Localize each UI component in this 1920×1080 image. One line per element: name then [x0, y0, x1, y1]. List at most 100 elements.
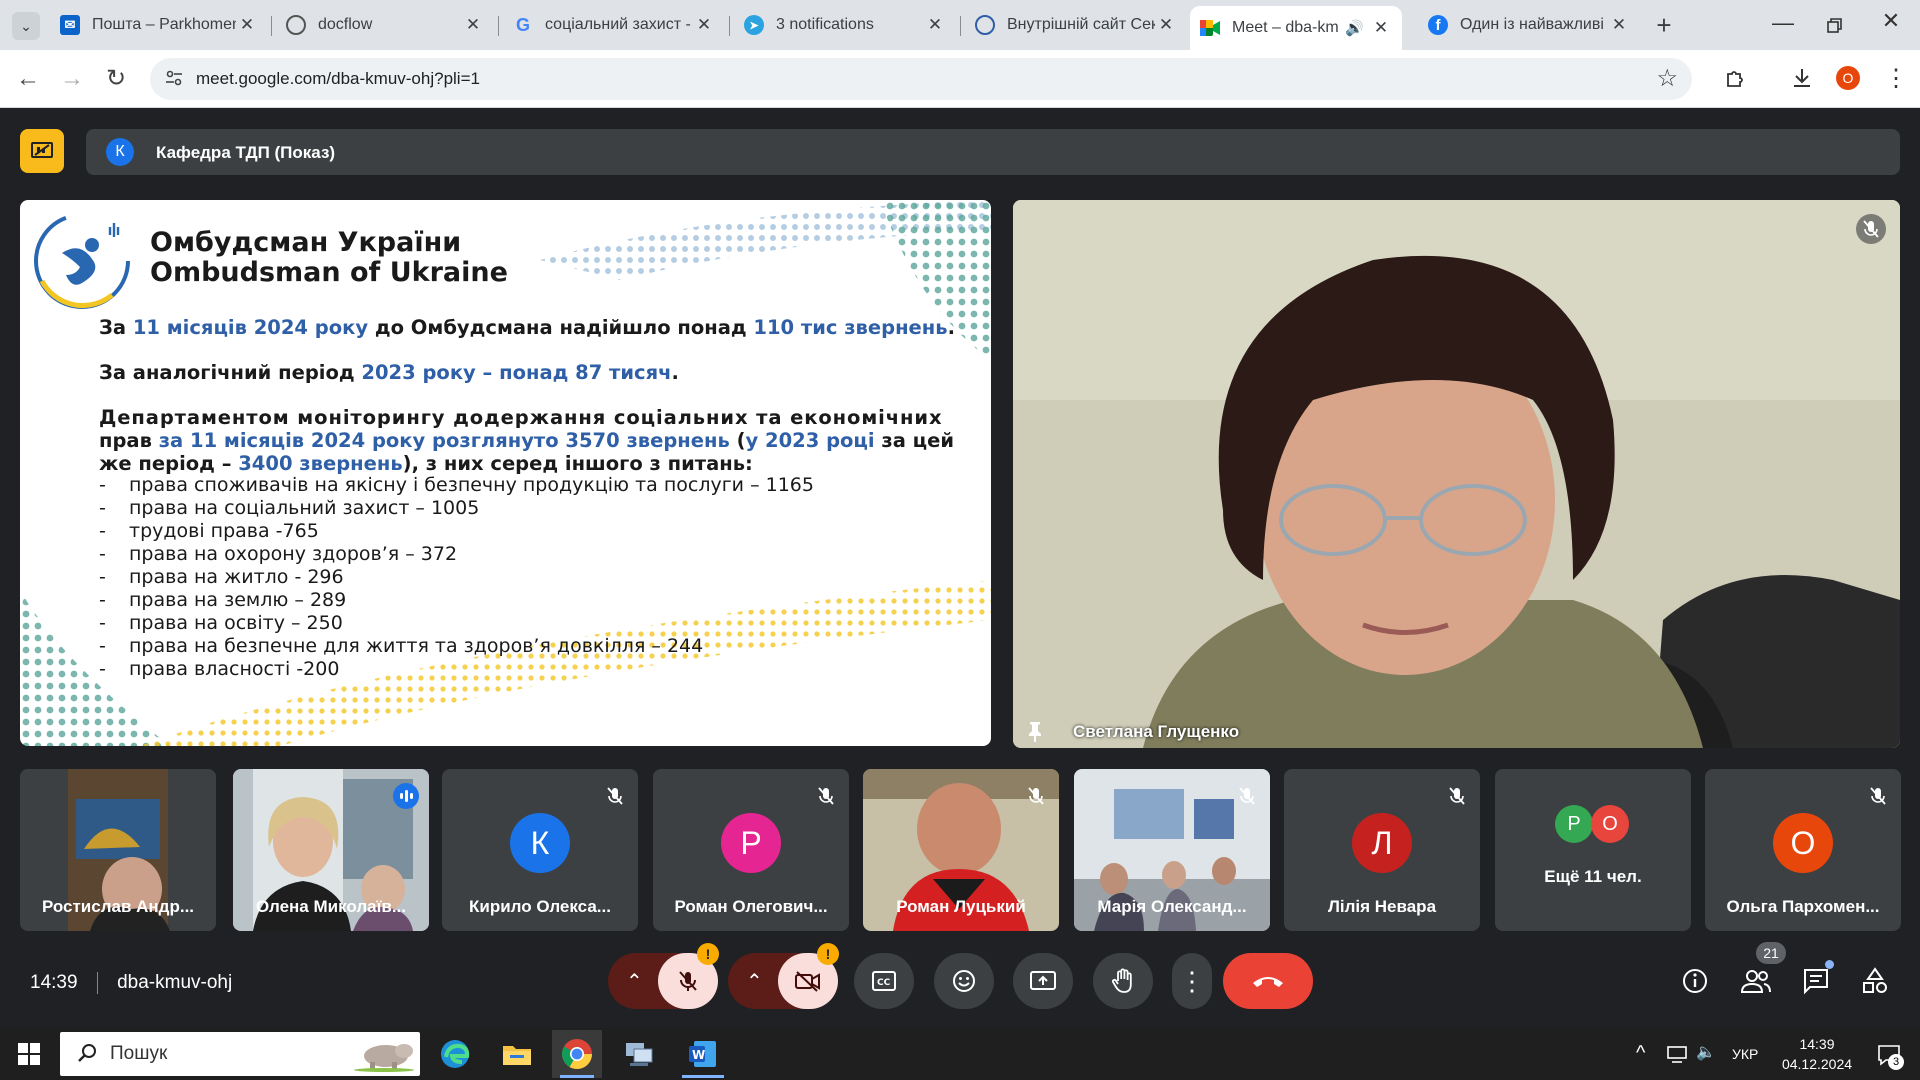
- new-tab-button[interactable]: +: [1650, 8, 1678, 42]
- notifications-tray-icon[interactable]: 3: [1876, 1042, 1904, 1070]
- participant-tile[interactable]: Ростислав Андр...: [20, 769, 216, 931]
- captions-button[interactable]: CC: [854, 953, 914, 1009]
- download-icon[interactable]: [1790, 66, 1814, 90]
- participant-tile[interactable]: Роман Луцький: [863, 769, 1059, 931]
- edge-taskbar-icon[interactable]: [438, 1037, 472, 1071]
- participant-tile[interactable]: Л Лілія Невара: [1284, 769, 1480, 931]
- tab-title: Один із найважливі: [1460, 16, 1604, 33]
- taskbar-search-box[interactable]: Пошук: [60, 1032, 420, 1076]
- minimize-button[interactable]: —: [1768, 10, 1798, 40]
- reactions-button[interactable]: [934, 953, 994, 1009]
- chat-icon: [1804, 969, 1828, 995]
- browser-menu-icon[interactable]: ⋮: [1884, 64, 1908, 93]
- hand-icon: [1112, 968, 1132, 993]
- bookmark-star-icon[interactable]: ☆: [1656, 64, 1678, 93]
- search-icon: [76, 1042, 98, 1064]
- participant-avatar: О: [1773, 813, 1833, 873]
- network-app-taskbar-icon[interactable]: [622, 1037, 656, 1071]
- presenting-icon[interactable]: [20, 129, 64, 173]
- close-tab-icon[interactable]: ✕: [1370, 18, 1392, 38]
- tab-search-button[interactable]: ⌄: [12, 12, 40, 40]
- slide-paragraph-3-line-3: же період – 3400 звернень), з них серед …: [99, 452, 753, 475]
- clock-date: 04.12.2024: [1781, 1056, 1853, 1072]
- participant-tile[interactable]: Р О Ещё 11 чел.: [1495, 769, 1691, 931]
- browser-tab-bar: ⌄ ✉ Пошта – Parkhomenko ✕ docflow ✕ G со…: [0, 0, 1920, 50]
- slide-paragraph-1: За 11 місяців 2024 року до Омбудсмана на…: [99, 316, 956, 339]
- slide-list-item: - права на охорону здоров’я – 372: [99, 543, 458, 565]
- tab-title: 3 notifications: [776, 16, 874, 33]
- more-options-button[interactable]: ⋮: [1172, 953, 1212, 1009]
- tab-title: Meet – dba-kmuv: [1232, 19, 1339, 36]
- people-count-badge: 21: [1756, 942, 1786, 964]
- site-info-icon[interactable]: [164, 68, 184, 88]
- audio-playing-icon[interactable]: 🔊: [1345, 19, 1364, 37]
- org-name-ua: Омбудсман України: [150, 227, 462, 258]
- reload-button[interactable]: ↻: [106, 64, 126, 94]
- camera-options-chevron-icon[interactable]: ⌃: [746, 969, 763, 994]
- network-tray-icon[interactable]: [1666, 1044, 1688, 1064]
- tab-telegram[interactable]: ➤ 3 notifications ✕: [734, 8, 956, 42]
- close-tab-icon[interactable]: ✕: [462, 15, 484, 35]
- tab-internal-site[interactable]: Внутрішній сайт Сек ✕: [965, 8, 1187, 42]
- participant-name: Ещё 11 чел.: [1544, 867, 1642, 886]
- close-tab-icon[interactable]: ✕: [924, 15, 946, 35]
- raise-hand-button[interactable]: [1093, 953, 1153, 1009]
- tab-mail[interactable]: ✉ Пошта – Parkhomenko ✕: [50, 8, 268, 42]
- start-button[interactable]: [18, 1043, 40, 1065]
- close-tab-icon[interactable]: ✕: [1155, 15, 1177, 35]
- url-text[interactable]: meet.google.com/dba-kmuv-ohj?pli=1: [196, 69, 480, 89]
- presentation-banner: К Кафедра ТДП (Показ): [86, 129, 1900, 175]
- participant-name: Ростислав Андр...: [41, 897, 195, 916]
- chrome-taskbar-item[interactable]: [552, 1030, 602, 1078]
- word-taskbar-icon[interactable]: W: [682, 1037, 724, 1078]
- people-icon: [1740, 970, 1771, 993]
- windows-taskbar: Пошук W ^ 🔈 УКР 14:39 04.12.2024 3: [0, 1028, 1920, 1080]
- participant-tile[interactable]: Р Роман Олегович...: [653, 769, 849, 931]
- taskbar-clock[interactable]: 14:39 04.12.2024: [1772, 1034, 1862, 1074]
- profile-avatar[interactable]: О: [1836, 66, 1860, 90]
- slide-list-item: - права споживачів на якісну і безпечну п…: [99, 474, 814, 496]
- activities-button[interactable]: [1860, 966, 1890, 996]
- leave-call-button[interactable]: [1223, 953, 1313, 1009]
- site-icon: [975, 15, 995, 35]
- back-button[interactable]: ←: [16, 64, 40, 94]
- warning-badge-icon: !: [697, 943, 719, 965]
- input-language[interactable]: УКР: [1732, 1046, 1758, 1062]
- chat-button[interactable]: [1801, 960, 1834, 996]
- present-screen-button[interactable]: [1013, 953, 1073, 1009]
- telegram-icon: ➤: [744, 15, 764, 35]
- meeting-details-button[interactable]: [1680, 966, 1710, 996]
- shared-slide[interactable]: Омбудсман України Ombudsman of Ukraine З…: [20, 200, 991, 746]
- close-tab-icon[interactable]: ✕: [236, 15, 258, 35]
- tab-meet-active[interactable]: Meet – dba-kmuv 🔊 ✕: [1190, 6, 1402, 50]
- participant-avatar: Р: [721, 813, 781, 873]
- participant-tile[interactable]: Олена Миколаїв...: [233, 769, 429, 931]
- slide-list-item: - права на житло - 296: [99, 566, 344, 588]
- participant-tile[interactable]: Марія Олександ...: [1074, 769, 1270, 931]
- tab-docflow[interactable]: docflow ✕: [276, 8, 494, 42]
- tab-facebook[interactable]: f Один із найважливі ✕: [1418, 8, 1640, 42]
- unread-dot-icon: [1825, 960, 1834, 969]
- close-window-button[interactable]: ✕: [1876, 8, 1906, 38]
- close-tab-icon[interactable]: ✕: [1608, 15, 1630, 35]
- omnibox[interactable]: meet.google.com/dba-kmuv-ohj?pli=1 ☆: [150, 58, 1692, 100]
- restore-button[interactable]: [1820, 12, 1848, 40]
- pin-icon[interactable]: [1027, 720, 1043, 742]
- show-hidden-icons-chevron-icon[interactable]: ^: [1636, 1042, 1645, 1065]
- speaker-tile[interactable]: Светлана Глущенко: [1013, 200, 1900, 748]
- file-explorer-taskbar-icon[interactable]: [500, 1037, 534, 1071]
- chrome-taskbar-icon: [561, 1039, 592, 1070]
- forward-button[interactable]: →: [60, 64, 84, 94]
- participant-name: Лілія Невара: [1327, 897, 1437, 916]
- people-button[interactable]: 21: [1738, 942, 1786, 996]
- participant-tile[interactable]: К Кирило Олекса...: [442, 769, 638, 931]
- close-tab-icon[interactable]: ✕: [693, 15, 715, 35]
- present-screen-icon: [1030, 971, 1056, 990]
- extensions-icon[interactable]: [1724, 66, 1748, 90]
- tab-google-search[interactable]: G соціальний захист - ✕: [503, 8, 725, 42]
- muted-mic-icon: [1856, 214, 1886, 244]
- emoji-icon: [953, 970, 975, 992]
- participant-tile[interactable]: О Ольга Пархомен...: [1705, 769, 1901, 931]
- mic-options-chevron-icon[interactable]: ⌃: [626, 969, 643, 994]
- volume-tray-icon[interactable]: 🔈: [1696, 1042, 1716, 1062]
